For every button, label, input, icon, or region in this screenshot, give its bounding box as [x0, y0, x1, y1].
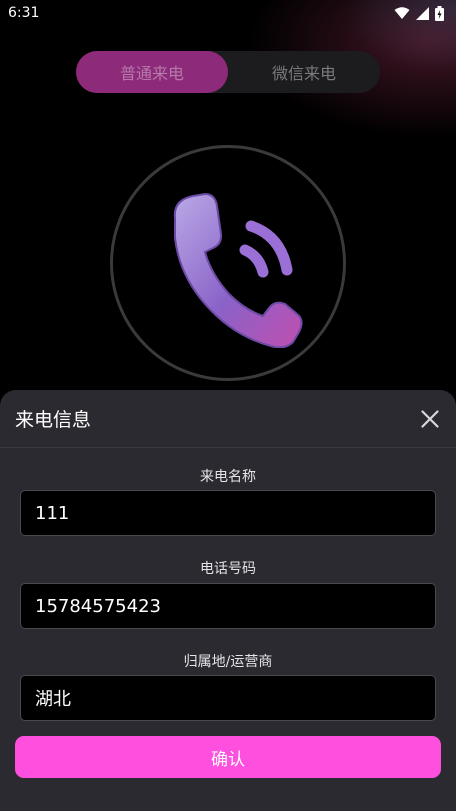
call-type-tabs: 普通来电 微信来电	[76, 51, 380, 93]
phone-number-input[interactable]	[20, 583, 436, 629]
confirm-button[interactable]: 确认	[15, 736, 441, 778]
phone-call-icon	[173, 192, 303, 348]
caller-name-label: 来电名称	[200, 469, 256, 485]
status-icons	[394, 5, 444, 21]
battery-icon	[435, 5, 444, 21]
tab-wechat-call[interactable]: 微信来电	[228, 51, 380, 93]
phone-number-label: 电话号码	[200, 561, 256, 577]
sheet-title: 来电信息	[15, 409, 92, 431]
tab-normal-call[interactable]: 普通来电	[76, 51, 228, 93]
location-carrier-input[interactable]	[20, 675, 436, 721]
sheet-header: 来电信息	[0, 390, 456, 448]
signal-icon	[416, 6, 429, 20]
call-info-sheet: 来电信息 来电名称 电话号码 归属地/运营商 确认	[0, 390, 456, 811]
wifi-icon	[394, 6, 410, 19]
location-carrier-label: 归属地/运营商	[183, 654, 273, 670]
call-preview-ring	[110, 145, 346, 381]
close-icon	[421, 409, 439, 428]
close-button[interactable]	[418, 407, 442, 431]
caller-name-input[interactable]	[20, 490, 436, 536]
status-time: 6:31	[8, 5, 40, 21]
status-bar: 6:31	[0, 0, 456, 26]
